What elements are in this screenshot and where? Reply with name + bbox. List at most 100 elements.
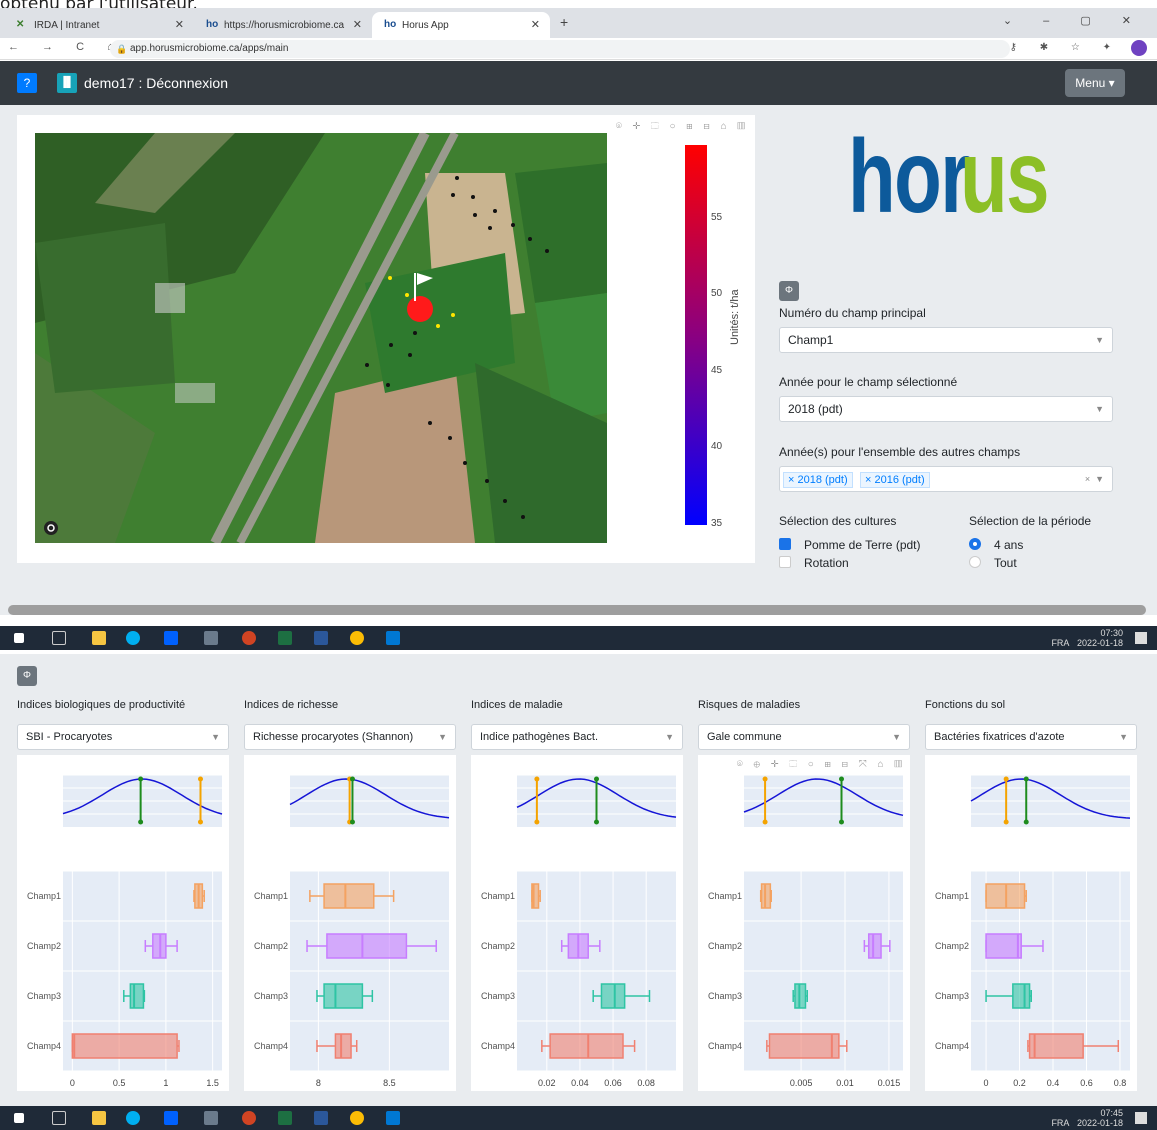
new-tab-icon[interactable]: +: [560, 14, 568, 30]
category-label: Champ2: [27, 941, 61, 951]
period-tout-label: Tout: [994, 556, 1017, 570]
system-tray[interactable]: FRA 07:45 2022-01-18: [1051, 1108, 1123, 1128]
outlook-icon[interactable]: [386, 1111, 400, 1125]
powerpoint-icon[interactable]: [242, 1111, 256, 1125]
excel-icon[interactable]: [278, 631, 292, 645]
year-select-value: 2018 (pdt): [788, 402, 843, 416]
nav-arrows-icon[interactable]: ← → C ⌂: [8, 41, 124, 53]
skype-icon[interactable]: [126, 631, 140, 645]
task-view-icon[interactable]: [52, 631, 66, 645]
lower-content: Φ Indices biologiques de productivité SBI…: [0, 654, 1157, 1106]
notifications-icon[interactable]: [1135, 632, 1147, 644]
year-select[interactable]: 2018 (pdt) ▼: [779, 396, 1113, 422]
reference-marker-bottom: [1023, 819, 1029, 825]
x-tick-label: 1.5: [206, 1078, 219, 1088]
year-tag[interactable]: × 2018 (pdt): [783, 472, 853, 488]
app-icon[interactable]: [204, 1111, 218, 1125]
close-icon[interactable]: ✕: [531, 18, 540, 31]
period-tout-radio[interactable]: [969, 556, 981, 568]
windows-start-icon[interactable]: [14, 633, 24, 643]
x-tick-label: 0.06: [604, 1078, 622, 1088]
category-label: Champ2: [254, 941, 288, 951]
clear-and-chevron-icon[interactable]: × ▼: [1085, 467, 1104, 491]
close-icon[interactable]: ✕: [353, 18, 362, 31]
system-tray[interactable]: FRA 07:30 2022-01-18: [1051, 628, 1123, 648]
culture-pdt-checkbox[interactable]: [779, 538, 791, 550]
word-icon[interactable]: [314, 1111, 328, 1125]
app-navbar: ? ▐▌ demo17 : Déconnexion Menu ▾: [0, 61, 1157, 105]
year-label: Année pour le champ sélectionné: [779, 375, 958, 389]
dropbox-icon[interactable]: [164, 631, 178, 645]
chrome-icon[interactable]: [350, 1111, 364, 1125]
powerpoint-icon[interactable]: [242, 631, 256, 645]
chart-app-icon: ▐▌: [57, 73, 77, 93]
plot-modebar[interactable]: ⌾ ✛ ⬚ ○ ⊞ ⊟ ⌂ ▥: [616, 121, 749, 132]
app-icon[interactable]: [204, 631, 218, 645]
x-tick-label: 0.4: [1047, 1078, 1060, 1088]
chrome-icon[interactable]: [350, 631, 364, 645]
task-view-icon[interactable]: [52, 1111, 66, 1125]
category-label: Champ4: [935, 1041, 969, 1051]
category-label: Champ4: [481, 1041, 515, 1051]
culture-rotation-label: Rotation: [804, 556, 849, 570]
plot-modebar[interactable]: ⌾ ⊕ ✛ ⬚ ○ ⊞ ⊟ ⤧ ⌂ ▥: [737, 759, 906, 770]
outlook-icon[interactable]: [386, 631, 400, 645]
chevron-down-icon: ▼: [438, 732, 447, 742]
category-label: Champ1: [935, 891, 969, 901]
navbar-title[interactable]: demo17 : Déconnexion: [84, 75, 228, 91]
profile-avatar[interactable]: [1131, 40, 1147, 56]
horizontal-scrollbar[interactable]: [8, 605, 1146, 615]
toggle-panels-button[interactable]: Φ: [17, 666, 37, 686]
satellite-map-graphic: [35, 133, 607, 543]
panel-select-value: Bactéries fixatrices d'azote: [934, 731, 1065, 743]
tab-horus-site[interactable]: ho https://horusmicrobiome.ca ✕: [194, 12, 372, 38]
dropbox-icon[interactable]: [164, 1111, 178, 1125]
windows-start-icon[interactable]: [14, 1113, 24, 1123]
map-panel: ⌾ ✛ ⬚ ○ ⊞ ⊟ ⌂ ▥ 55 50 45 40 35 Unités: t…: [17, 115, 755, 563]
window-controls-icon[interactable]: ⌄ – ▢ ✕: [1003, 14, 1145, 27]
box-iqr: [71, 1033, 178, 1059]
panel-chart-card: 0.02 0.04 0.06 0.08 Champ1 Champ2 Champ3 Champ4: [471, 755, 683, 1091]
years-multiselect[interactable]: × 2018 (pdt) × 2016 (pdt) × ▼: [779, 466, 1113, 492]
tab-label: https://horusmicrobiome.ca: [224, 19, 345, 31]
skype-icon[interactable]: [126, 1111, 140, 1125]
file-explorer-icon[interactable]: [92, 631, 106, 645]
category-label: Champ3: [27, 991, 61, 1001]
help-button[interactable]: ?: [17, 73, 37, 93]
x-tick-label: 1: [163, 1078, 168, 1088]
word-icon[interactable]: [314, 631, 328, 645]
field-select[interactable]: Champ1 ▼: [779, 327, 1113, 353]
clock-date: 2022-01-18: [1076, 638, 1123, 648]
boxplot-chart: 0 0.2 0.4 0.6 0.8 Champ1 Champ2 Champ3 Champ4: [935, 774, 1131, 1088]
reference-marker-top: [197, 776, 203, 782]
chevron-down-icon: ▼: [211, 732, 220, 742]
panel-select[interactable]: SBI - Procaryotes ▼: [17, 724, 229, 750]
close-icon[interactable]: ✕: [175, 18, 184, 31]
logo-text-blue: hor: [848, 119, 971, 235]
year-tag[interactable]: × 2016 (pdt): [859, 472, 930, 488]
satellite-map[interactable]: [35, 133, 607, 543]
year-tag-label: 2018 (pdt): [797, 474, 848, 486]
panel-select-value: Richesse procaryotes (Shannon): [253, 731, 414, 743]
excel-icon[interactable]: [278, 1111, 292, 1125]
category-label: Champ1: [481, 891, 515, 901]
url-input[interactable]: 🔒 app.horusmicrobiome.ca/apps/main: [110, 40, 1010, 58]
extensions-icon[interactable]: ⚷ ✱ ☆ ✦: [1010, 42, 1121, 53]
panel-select[interactable]: Richesse procaryotes (Shannon) ▼: [244, 724, 456, 750]
panel-select[interactable]: Bactéries fixatrices d'azote ▼: [925, 724, 1137, 750]
culture-rotation-checkbox[interactable]: [779, 556, 791, 568]
file-explorer-icon[interactable]: [92, 1111, 106, 1125]
toggle-controls-button[interactable]: Φ: [779, 281, 799, 301]
tab-horus-app[interactable]: ho Horus App ✕: [372, 12, 550, 38]
menu-button[interactable]: Menu ▾: [1065, 69, 1125, 97]
panel-select[interactable]: Indice pathogènes Bact. ▼: [471, 724, 683, 750]
period-4ans-radio[interactable]: [969, 538, 981, 550]
notifications-icon[interactable]: [1135, 1112, 1147, 1124]
tab-intranet[interactable]: ✕ IRDA | Intranet ✕: [4, 12, 194, 38]
x-tick-label: 0.005: [790, 1078, 813, 1088]
category-label: Champ2: [708, 941, 742, 951]
panel-select[interactable]: Gale commune ▼: [698, 724, 910, 750]
field-label: Numéro du champ principal: [779, 306, 926, 320]
box-iqr: [323, 883, 375, 909]
box-iqr: [600, 983, 626, 1009]
